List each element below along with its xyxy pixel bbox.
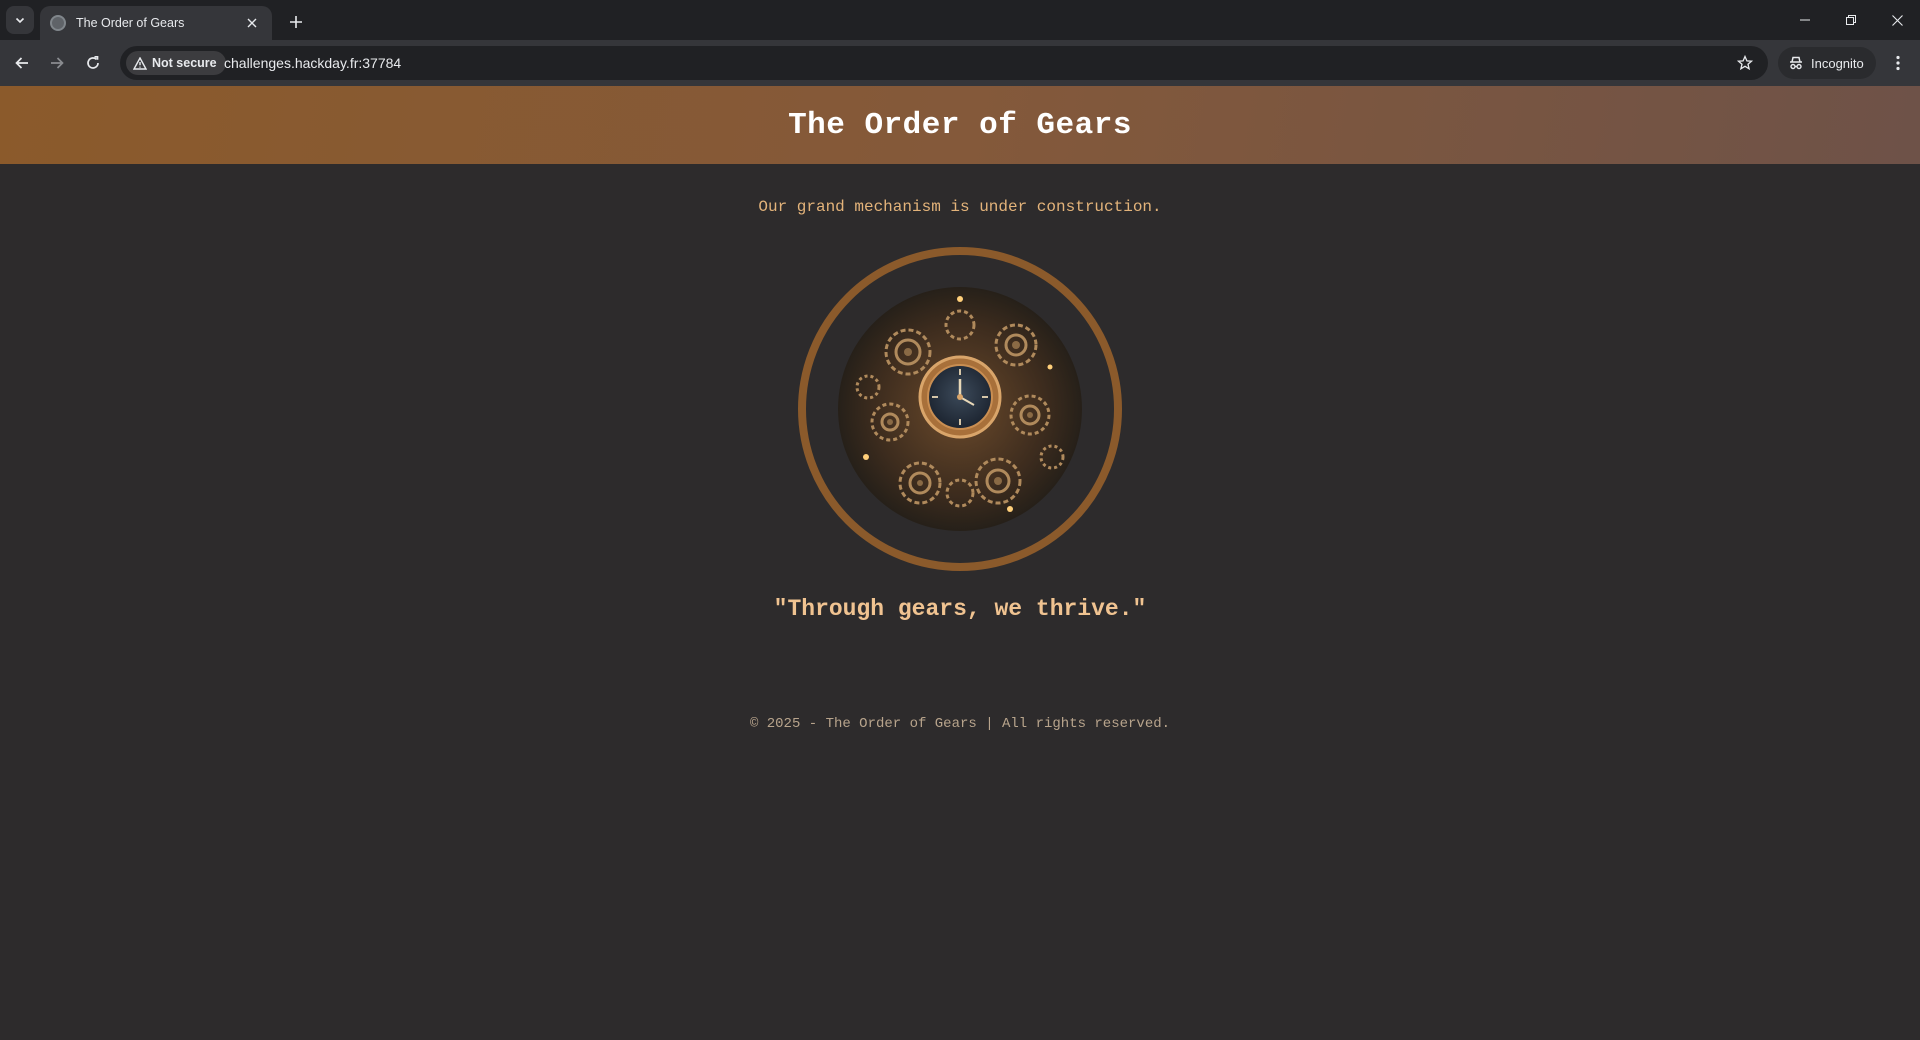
chevron-down-icon <box>15 17 25 24</box>
window-controls <box>1782 0 1920 40</box>
reload-icon <box>87 55 99 69</box>
restore-button[interactable] <box>1828 0 1874 40</box>
motto: "Through gears, we thrive." <box>773 596 1147 622</box>
restore-icon <box>1846 15 1856 25</box>
site-header: The Order of Gears <box>0 86 1920 164</box>
globe-icon <box>50 15 66 31</box>
tab-close-button[interactable] <box>242 13 262 33</box>
tab-strip: The Order of Gears <box>0 0 1920 40</box>
warning-icon <box>133 56 147 70</box>
steampunk-gears-clock-icon <box>838 287 1082 531</box>
minimize-icon <box>1800 19 1810 21</box>
arrow-left-icon <box>15 57 28 69</box>
security-label: Not secure <box>152 56 217 70</box>
close-icon <box>247 18 257 28</box>
more-vertical-icon <box>1896 55 1900 71</box>
site-title: The Order of Gears <box>788 107 1132 143</box>
incognito-icon <box>1790 56 1802 70</box>
incognito-indicator[interactable]: Incognito <box>1778 47 1876 79</box>
site-footer: © 2025 - The Order of Gears | All rights… <box>749 716 1171 732</box>
close-icon <box>1891 14 1903 26</box>
browser-menu-button[interactable] <box>1886 49 1910 77</box>
new-tab-button[interactable] <box>282 8 310 36</box>
tab-title: The Order of Gears <box>76 16 185 30</box>
plus-icon <box>290 16 302 28</box>
arrow-right-icon <box>51 57 64 69</box>
close-window-button[interactable] <box>1874 0 1920 40</box>
security-indicator[interactable]: Not secure <box>126 51 226 75</box>
back-button[interactable] <box>8 49 36 77</box>
incognito-label: Incognito <box>1811 55 1864 71</box>
emblem-ring <box>798 247 1122 571</box>
browser-toolbar: Not secure challenges.hackday.fr:37784 I… <box>0 40 1920 86</box>
url-text: challenges.hackday.fr:37784 <box>224 55 402 71</box>
browser-tab[interactable]: The Order of Gears <box>40 6 272 40</box>
tagline: Our grand mechanism is under constructio… <box>758 198 1162 216</box>
star-icon <box>1737 55 1753 71</box>
bookmark-button[interactable] <box>1736 54 1754 72</box>
web-page: The Order of Gears Our grand mechanism i… <box>0 86 1920 1040</box>
reload-button[interactable] <box>79 49 107 77</box>
forward-button[interactable] <box>43 49 71 77</box>
minimize-button[interactable] <box>1782 0 1828 40</box>
tab-search-button[interactable] <box>6 6 34 34</box>
address-bar[interactable]: Not secure challenges.hackday.fr:37784 <box>120 46 1768 80</box>
